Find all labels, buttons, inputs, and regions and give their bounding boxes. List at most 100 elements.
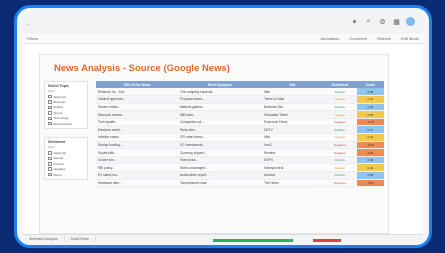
topbar-left-text: ... xyxy=(27,20,31,26)
table-row[interactable]: Cabinet approves... Proposal clears... Tim… xyxy=(96,95,384,104)
annotation-menu[interactable]: Annotation xyxy=(320,36,339,41)
cell-synopsis: Currency slipped... xyxy=(177,148,263,157)
checkbox[interactable] xyxy=(48,151,52,155)
cell-site: The Hindu xyxy=(262,179,324,188)
tab-detail-news[interactable]: Detail News xyxy=(65,235,96,242)
cell-title: EV sales rise... xyxy=(96,171,178,180)
refresh-menu[interactable]: Refresh xyxy=(377,36,391,41)
table-row[interactable]: Heatwave alert... Temperatures soar... The… xyxy=(96,179,384,188)
app-screen: ... ✦ ⌕ ⚙ ▦ Filters Annotation Comment R… xyxy=(23,12,423,242)
cell-site: Inc42 xyxy=(262,141,324,150)
apps-grid-icon[interactable]: ▦ xyxy=(392,17,401,26)
cell-title: Heatwave alert... xyxy=(96,179,178,188)
checkbox[interactable] xyxy=(48,172,52,177)
filter-option-label: Business xyxy=(53,100,66,105)
cell-synopsis: Party wins... xyxy=(177,125,263,135)
table-row[interactable]: Inflation eases... CPI data shows... Mint N… xyxy=(96,133,384,142)
table-row[interactable]: Reliance Jio... Key The company expands..… xyxy=(96,88,384,97)
checkbox[interactable] xyxy=(48,121,52,126)
col-site-header[interactable]: Site xyxy=(262,81,324,88)
checkbox[interactable] xyxy=(48,167,52,171)
cell-sentiment: Negative xyxy=(323,179,357,188)
cell-score: -0.22 xyxy=(356,179,384,188)
news-table: Title of the News Brief Synopsis Site Se… xyxy=(96,81,384,188)
menu-actions: Annotation Comment Refresh Edit Mode xyxy=(320,36,419,41)
cell-synopsis: Team India... xyxy=(177,156,263,165)
col-synopsis-header[interactable]: Brief Synopsis xyxy=(177,81,263,88)
cell-synopsis: Rates unchanged... xyxy=(177,163,263,173)
pin-icon[interactable]: ✦ xyxy=(350,17,359,26)
cell-title: RBI policy... xyxy=(96,163,178,173)
table-row[interactable]: Sensex rallies... Markets gained... Busine… xyxy=(96,103,384,112)
cell-synopsis: VC investments... xyxy=(177,141,263,150)
cell-site: Autocar xyxy=(262,171,324,180)
checkbox[interactable] xyxy=(48,162,52,166)
status-red-bar[interactable] xyxy=(313,239,341,242)
sentiment-filter-panel: Sentiment Filter Select All Neutral Positi… xyxy=(44,137,88,181)
cell-title: Sensex rallies... xyxy=(96,103,178,112)
cell-score: 0.90 xyxy=(356,156,384,165)
checkbox[interactable] xyxy=(48,111,52,115)
table-row[interactable]: RBI policy... Rates unchanged... Moneycont… xyxy=(96,163,384,173)
filter-option-label: Entertainment xyxy=(53,121,73,126)
cell-sentiment: Negative xyxy=(323,118,357,127)
cell-title: Cabinet approves... xyxy=(96,95,178,104)
cell-synopsis: Temperatures soar... xyxy=(177,179,263,188)
checkbox[interactable] xyxy=(48,100,52,104)
cell-site: Reuters xyxy=(262,148,324,157)
cell-sentiment: Negative xyxy=(323,148,357,157)
cell-sentiment: Positive xyxy=(323,103,357,112)
col-title-header[interactable]: Title of the News xyxy=(96,81,178,88)
cell-score: 0.58 xyxy=(356,171,384,180)
avatar[interactable] xyxy=(406,17,415,26)
topic-filter-panel: Select Topic Filter Select All Business Po… xyxy=(44,81,88,130)
filter-option[interactable]: Mixed xyxy=(48,172,84,177)
table-row[interactable]: Monsoon arrives... IMD said... Hindustan T… xyxy=(96,110,384,119)
cell-site: Economic Times xyxy=(262,118,324,127)
topbar-icons: ✦ ⌕ ⚙ ▦ xyxy=(350,17,415,26)
topic-filter-header: Select Topic xyxy=(48,84,69,88)
checkbox[interactable] xyxy=(48,94,52,99)
cell-sentiment: Neutral xyxy=(323,110,357,119)
table-row[interactable]: Startup funding... VC investments... Inc42… xyxy=(96,141,384,150)
table-row[interactable]: Rupee falls... Currency slipped... Reuters… xyxy=(96,148,384,157)
dashboard-title: News Analysis - Source (Google News) xyxy=(54,63,230,74)
col-score-header[interactable]: Score xyxy=(356,81,384,88)
filter-option[interactable]: Entertainment xyxy=(48,121,84,126)
table-row[interactable]: EV sales rise... Automakers report... Auto… xyxy=(96,171,384,180)
table-row[interactable]: Elections result... Party wins... NDTV Posi… xyxy=(96,125,384,135)
edit-mode-menu[interactable]: Edit Mode xyxy=(401,36,419,41)
cell-synopsis: CPI data shows... xyxy=(177,133,263,142)
checkbox[interactable] xyxy=(48,105,52,110)
topic-filter-subtitle: Filter xyxy=(48,89,55,93)
table-row[interactable]: Cricket win... Team India... ESPN Positive 0… xyxy=(96,156,384,165)
cell-score: -0.35 xyxy=(356,141,384,150)
cell-site: Times of India xyxy=(262,95,324,104)
checkbox[interactable] xyxy=(48,156,52,161)
cell-title: Reliance Jio... Key xyxy=(96,88,178,97)
col-sentiment-header[interactable]: Sentiment xyxy=(323,81,357,88)
tab-sentiment-analysis[interactable]: Sentiment Analysis xyxy=(23,235,65,242)
cell-score: 0.12 xyxy=(356,95,384,104)
settings-icon[interactable]: ⚙ xyxy=(378,17,387,26)
cell-sentiment: Positive xyxy=(323,88,357,97)
search-icon[interactable]: ⌕ xyxy=(364,17,373,26)
filters-menu[interactable]: Filters xyxy=(27,36,38,41)
table-row[interactable]: Tech layoffs... Companies cut... Economic … xyxy=(96,118,384,127)
cell-synopsis: The company expands... xyxy=(177,88,263,97)
report-menu-strip: Filters Annotation Comment Refresh Edit … xyxy=(23,34,423,44)
status-green-bar[interactable] xyxy=(213,239,293,242)
cell-site: Business Std. xyxy=(262,103,324,112)
cell-site: Mint xyxy=(262,133,324,142)
cell-site: NDTV xyxy=(262,125,324,135)
comment-menu[interactable]: Comment xyxy=(350,36,367,41)
filter-option-label: Politics xyxy=(53,105,64,110)
cell-site: ESPN xyxy=(262,156,324,165)
cell-title: Inflation eases... xyxy=(96,133,178,142)
cell-score: 0.71 xyxy=(356,125,384,135)
filter-column: Select Topic Filter Select All Business Po… xyxy=(44,81,88,188)
checkbox[interactable] xyxy=(48,116,52,120)
cell-title: Rupee falls... xyxy=(96,148,178,157)
cell-score: -0.41 xyxy=(356,148,384,157)
cell-synopsis: Markets gained... xyxy=(177,103,263,112)
